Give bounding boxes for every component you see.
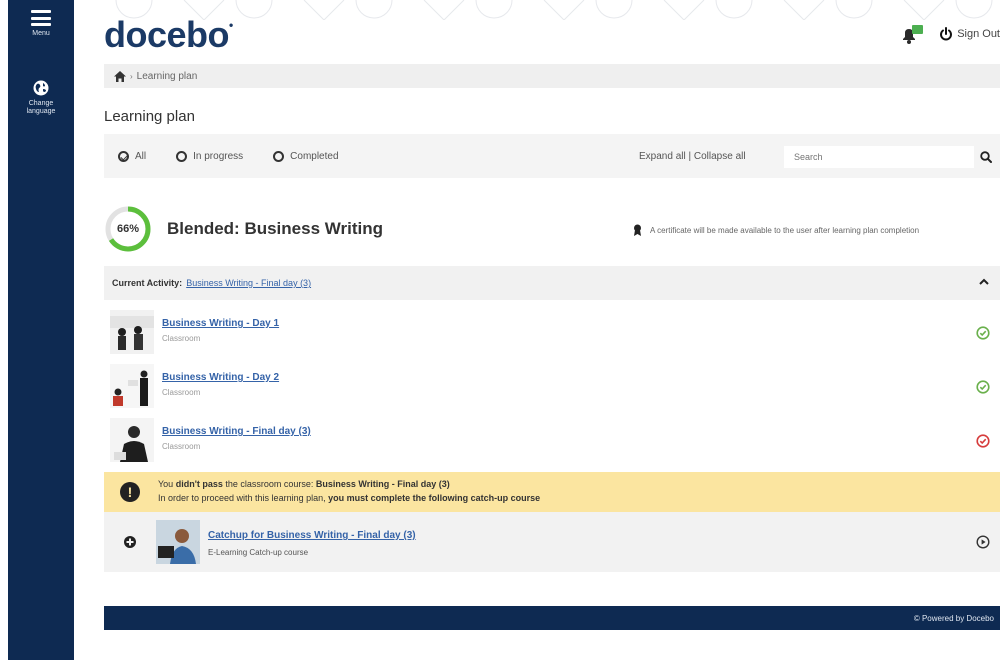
course-thumbnail[interactable] <box>110 310 154 354</box>
course-type: Classroom <box>162 334 201 343</box>
search-input[interactable] <box>784 146 974 168</box>
chevron-up-icon[interactable] <box>978 277 990 287</box>
filter-bar: All In progress Completed Expand all | C… <box>104 134 1000 178</box>
course-item: Business Writing - Final day (3) Classro… <box>104 414 1000 468</box>
search-button[interactable] <box>974 146 998 168</box>
breadcrumb-current: Learning plan <box>136 70 198 82</box>
hamburger-icon <box>31 10 51 26</box>
warning-course-name: Business Writing - Final day (3) <box>315 479 450 489</box>
warning-line-1: You didn't pass the classroom course: Bu… <box>158 479 450 489</box>
business-people-image <box>110 310 154 354</box>
logo-dot: • <box>229 18 233 32</box>
radio-checked-icon <box>118 150 129 162</box>
certificate-icon <box>634 224 641 236</box>
progress-percent: 66% <box>116 223 140 235</box>
warning-line-2: In order to proceed with this learning p… <box>158 493 540 503</box>
power-icon <box>940 27 953 41</box>
catchup-meta: E-Learning Catch-up course <box>208 548 308 557</box>
menu-button[interactable]: Menu <box>8 10 74 38</box>
menu-label: Menu <box>32 30 50 37</box>
filter-completed-label: Completed <box>290 150 339 162</box>
radio-icon <box>273 150 285 162</box>
course-item: Business Writing - Day 1 Classroom <box>104 306 1000 360</box>
check-circle-icon <box>976 380 990 394</box>
check-circle-icon <box>976 326 990 340</box>
plan-title: Blended: Business Writing <box>167 219 383 238</box>
filter-completed[interactable]: Completed <box>273 150 339 162</box>
expand-separator: | <box>688 150 692 162</box>
breadcrumb-separator-icon: › <box>130 71 133 81</box>
globe-icon <box>33 80 49 96</box>
filter-all[interactable]: All <box>118 150 147 162</box>
change-language-button[interactable]: Change language <box>8 80 74 116</box>
filter-in-progress[interactable]: In progress <box>176 150 244 162</box>
businesswoman-image <box>110 418 154 462</box>
warning-emphasis: you must complete the following catch-up… <box>328 493 541 503</box>
change-language-label: Change language <box>26 100 56 115</box>
warning-text: You <box>158 479 176 489</box>
course-type: Classroom <box>162 388 201 397</box>
expand-collapse: Expand all | Collapse all <box>639 151 746 162</box>
course-title-link[interactable]: Business Writing - Final day (3) <box>162 426 311 437</box>
current-activity-label: Current Activity: <box>112 278 183 288</box>
failed-course-warning: ! You didn't pass the classroom course: … <box>104 472 1000 512</box>
bell-icon <box>903 25 924 44</box>
certificate-note: A certificate will be made available to … <box>633 224 1000 236</box>
course-thumbnail[interactable] <box>110 364 154 408</box>
footer: © Powered by Docebo <box>104 606 1000 630</box>
docebo-logo[interactable]: docebo• <box>104 14 233 56</box>
logo-text: docebo <box>104 14 230 55</box>
notifications-button[interactable] <box>899 24 925 44</box>
filter-all-label: All <box>135 150 147 162</box>
course-thumbnail[interactable] <box>110 418 154 462</box>
course-item: Business Writing - Day 2 Classroom <box>104 360 1000 414</box>
radio-icon <box>176 150 188 162</box>
certificate-note-text: A certificate will be made available to … <box>650 225 920 235</box>
exclamation-icon: ! <box>120 482 140 502</box>
current-activity-link[interactable]: Business Writing - Final day (3) <box>186 278 311 288</box>
catchup-course-item: Catchup for Business Writing - Final day… <box>104 512 1000 572</box>
catchup-thumbnail[interactable] <box>156 520 200 564</box>
failed-check-icon <box>976 434 990 448</box>
catchup-type: E-Learning <box>208 548 248 557</box>
collapse-all-link[interactable]: Collapse all <box>694 151 746 162</box>
presentation-image <box>110 364 154 408</box>
sign-out-label: Sign Out <box>957 28 1000 40</box>
warning-text: In order to proceed with this learning p… <box>158 493 329 503</box>
course-type: Classroom <box>162 442 201 451</box>
learning-plan-page: Menu Change language docebo• Sign Out › … <box>0 0 1000 660</box>
plus-circle-icon[interactable] <box>124 536 136 548</box>
warning-emphasis: didn't pass <box>175 479 223 489</box>
course-title-link[interactable]: Business Writing - Day 2 <box>162 372 279 383</box>
expand-all-link[interactable]: Expand all <box>639 151 686 162</box>
footer-text: © Powered by Docebo <box>913 613 994 623</box>
header-actions: Sign Out <box>899 24 1000 44</box>
laptop-user-image <box>156 520 200 564</box>
catchup-title-link[interactable]: Catchup for Business Writing - Final day… <box>208 530 416 541</box>
course-title-link[interactable]: Business Writing - Day 1 <box>162 318 279 329</box>
home-icon[interactable] <box>114 70 126 82</box>
current-activity-bar: Current Activity: Business Writing - Fin… <box>104 266 1000 300</box>
breadcrumb: › Learning plan <box>104 64 1000 88</box>
catchup-subtype: Catch-up course <box>249 548 309 557</box>
page-title: Learning plan <box>104 108 195 125</box>
sidebar: Menu Change language <box>8 0 74 660</box>
search-icon <box>980 151 992 163</box>
warning-text: the classroom course: <box>222 479 316 489</box>
filter-in-progress-label: In progress <box>193 150 244 162</box>
sign-out-button[interactable]: Sign Out <box>939 27 1000 41</box>
play-circle-icon[interactable] <box>976 535 990 549</box>
